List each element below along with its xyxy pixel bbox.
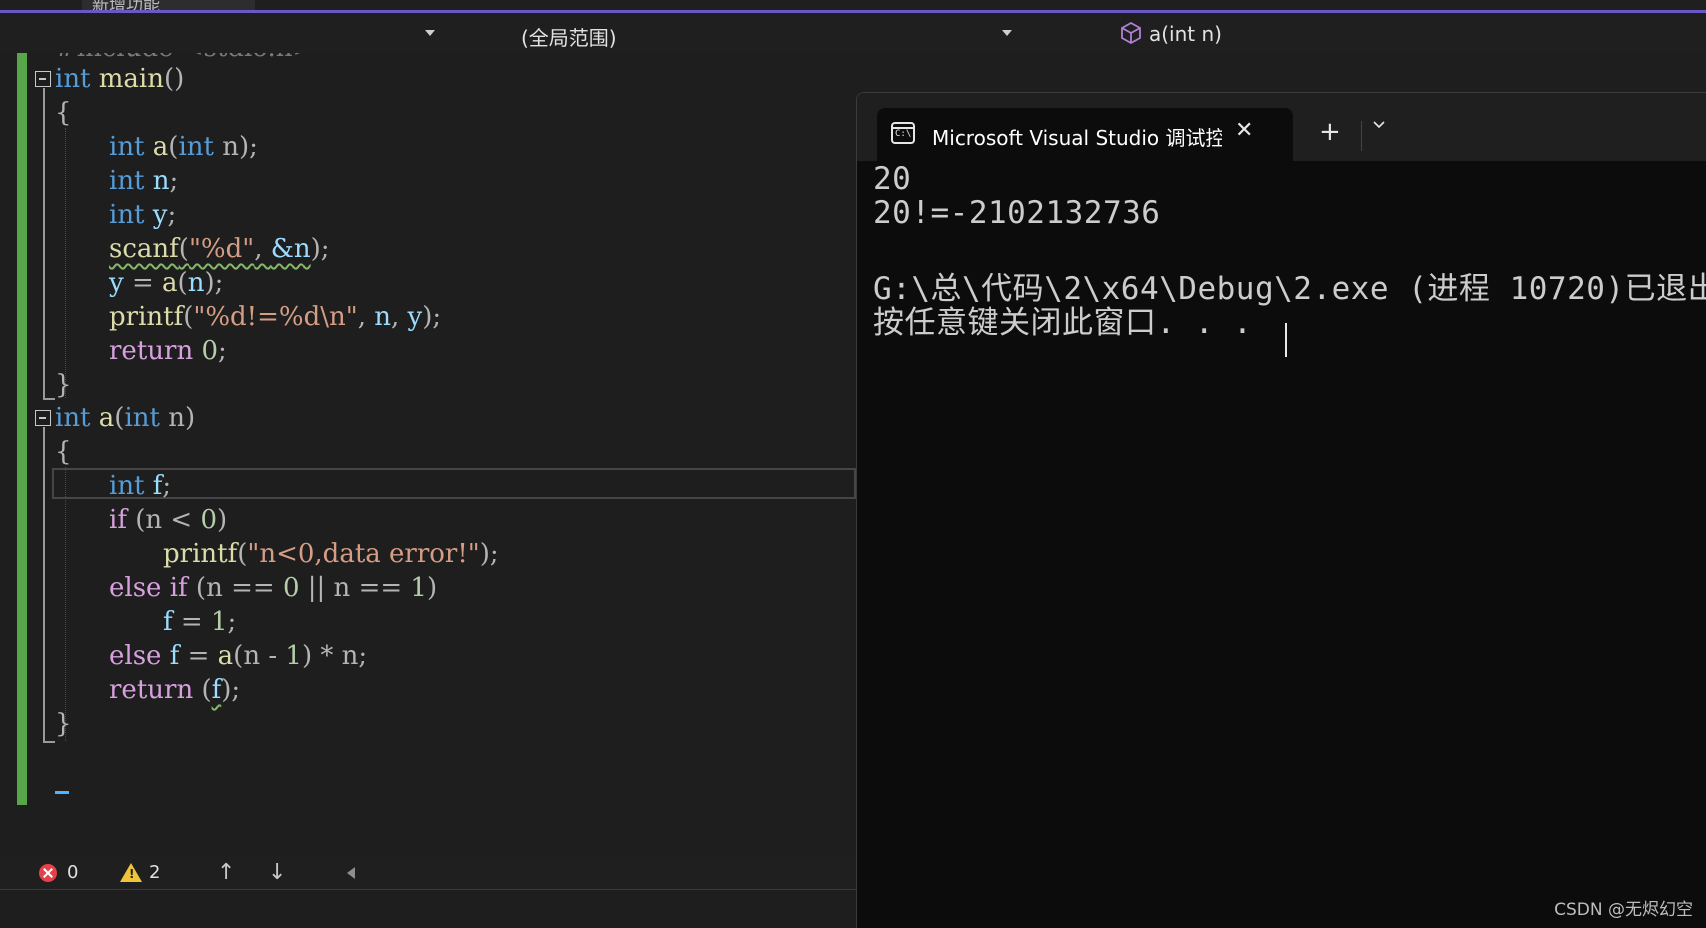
console-icon: C:\ (891, 122, 915, 144)
code-editor[interactable]: #include <stdio.h> int main() { int a(in… (0, 53, 856, 855)
change-indicator-bar (17, 53, 27, 805)
terminal-tab[interactable]: C:\ Microsoft Visual Studio 调试控制台 ✕ (877, 108, 1293, 161)
fn-main: main (98, 64, 164, 94)
fold-a-icon[interactable] (35, 410, 51, 426)
error-icon[interactable] (39, 864, 57, 882)
terminal-output-line: 20!=-2102132736 (873, 195, 1161, 231)
code-line-decl-n: int n; (109, 166, 179, 196)
fold-end (43, 398, 55, 400)
warning-count[interactable]: 2 (149, 862, 160, 883)
fold-main-icon[interactable] (35, 71, 51, 87)
close-tab-button[interactable]: ✕ (1235, 118, 1253, 143)
current-line-highlight (52, 468, 856, 499)
next-issue-button[interactable]: ↓ (268, 860, 286, 885)
scope-dropdown-label: (全局范围) (521, 26, 617, 50)
code-line-brace: { (55, 437, 72, 467)
tab-separator (1361, 121, 1362, 151)
code-line-printf-error: printf("n<0,data error!"); (163, 539, 499, 569)
fold-line (43, 427, 45, 741)
fold-line (43, 88, 45, 398)
code-line-main: int main() (55, 64, 185, 94)
code-line-def-a: int a(int n) (55, 403, 196, 433)
fold-end (43, 741, 55, 743)
code-line-close-brace: } (55, 370, 72, 400)
code-line-scanf: scanf("%d", &n); (109, 234, 330, 264)
cube-icon (1121, 21, 1141, 45)
new-tab-button[interactable]: + (1319, 117, 1341, 147)
scope-dropdown[interactable]: (全局范围) (487, 13, 1107, 53)
terminal-cursor (1285, 323, 1287, 357)
code-line-else-recursion: else f = a(n - 1) * n; (109, 641, 368, 671)
code-line-if: if (n < 0) (109, 505, 228, 535)
warning-icon[interactable]: ! (120, 863, 142, 882)
terminal-tab-title: Microsoft Visual Studio 调试控制台 (932, 126, 1222, 150)
code-line-decl-a: int a(int n); (109, 132, 258, 162)
terminal-output-line: 20 (873, 161, 912, 197)
indent-guide (65, 467, 66, 741)
member-dropdown[interactable]: a(int n) (1115, 13, 1706, 53)
code-line-return-f: return (f); (109, 675, 241, 705)
editor-status-bar: 0 ! 2 ↑ ↓ (0, 855, 856, 889)
terminal-output-line: 按任意键关闭此窗口. . . (873, 305, 1253, 341)
code-line-assign-y: y = a(n); (109, 268, 224, 298)
chevron-down-icon (425, 30, 435, 36)
code-line-printf: printf("%d!=%d\n", n, y); (109, 302, 442, 332)
code-line-close-brace: } (55, 709, 72, 739)
code-line-else-if: else if (n == 0 || n == 1) (109, 573, 438, 603)
bottom-panel (0, 889, 856, 928)
text-caret (55, 791, 69, 794)
code-line-return0: return 0; (109, 336, 227, 366)
debug-console-window[interactable]: C:\ Microsoft Visual Studio 调试控制台 ✕ + 20… (856, 92, 1706, 928)
scroll-left-icon[interactable] (347, 867, 355, 879)
kw-int: int (55, 64, 91, 94)
terminal-tab-bar: C:\ Microsoft Visual Studio 调试控制台 ✕ + (857, 93, 1706, 161)
member-dropdown-label: a(int n) (1149, 22, 1222, 46)
previous-issue-button[interactable]: ↑ (217, 860, 235, 885)
error-count[interactable]: 0 (67, 862, 78, 883)
indent-guide (65, 128, 66, 398)
navigation-bar: (全局范围) a(int n) (0, 13, 1706, 53)
chevron-down-icon (1002, 30, 1012, 36)
chevron-down-icon[interactable] (1373, 119, 1385, 131)
code-line-brace: { (55, 98, 72, 128)
code-line-decl-y: int y; (109, 200, 177, 230)
watermark: CSDN @无烬幻空 (1554, 900, 1693, 920)
code-line-decl-f: int f; (109, 471, 172, 501)
top-tab-strip: 新增功能 (0, 0, 1706, 16)
code-line-f-assign: f = 1; (163, 607, 237, 637)
project-dropdown[interactable] (0, 13, 480, 53)
